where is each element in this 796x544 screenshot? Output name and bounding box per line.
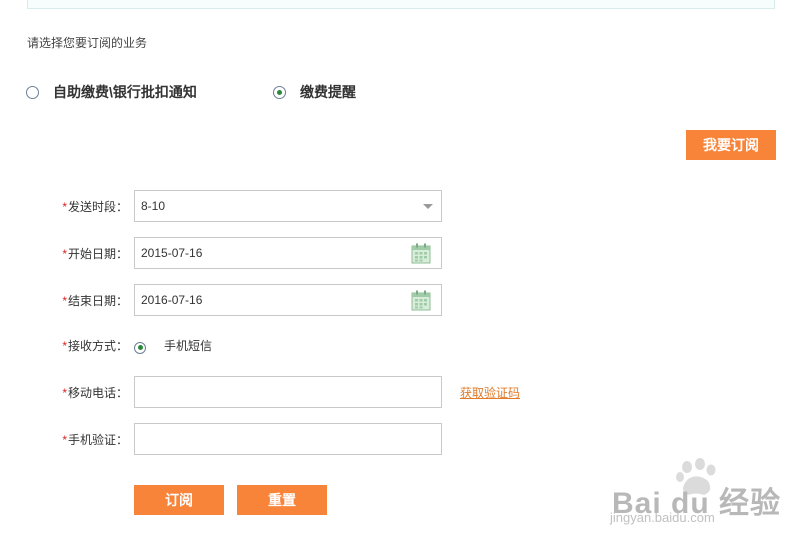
mobile-phone-input[interactable]	[134, 376, 442, 408]
end-date-field[interactable]: 2016-07-16	[134, 284, 442, 316]
sms-code-label: *手机验证：	[62, 433, 128, 447]
send-period-label: *发送时段：	[62, 200, 128, 214]
send-period-select[interactable]: 8-10	[134, 190, 442, 222]
watermark-url: jingyan.baidu.com	[610, 510, 715, 525]
calendar-icon[interactable]	[411, 290, 431, 311]
receive-method-label: *接收方式：	[62, 339, 128, 353]
radio-checked[interactable]	[273, 85, 286, 99]
reset-button[interactable]: 重置	[237, 485, 327, 515]
subscribe-button[interactable]: 我要订阅	[686, 130, 776, 160]
start-date-label: *开始日期：	[62, 247, 128, 261]
service-prompt: 请选择您要订阅的业务	[27, 36, 148, 50]
mobile-phone-label: *移动电话：	[62, 386, 128, 400]
get-verification-code-link[interactable]: 获取验证码	[460, 384, 520, 401]
confirm-subscribe-button[interactable]: 订阅	[134, 485, 224, 515]
service-option-auto-pay-notify[interactable]: 自助缴费\银行批扣通知	[26, 82, 197, 102]
calendar-icon[interactable]	[411, 243, 431, 264]
radio-unchecked[interactable]	[26, 85, 39, 99]
top-banner-strip	[27, 0, 775, 9]
sms-code-input[interactable]	[134, 423, 442, 455]
form-row-end-date: *结束日期： 2016-07-16	[0, 284, 796, 316]
form-row-send-period: *发送时段： 8-10	[0, 190, 796, 222]
form-row-start-date: *开始日期： 2015-07-16	[0, 237, 796, 269]
chevron-down-icon	[423, 204, 433, 209]
service-option-payment-reminder[interactable]: 缴费提醒	[273, 82, 356, 102]
service-option-label: 自助缴费\银行批扣通知	[53, 84, 197, 100]
receive-method-radio[interactable]	[134, 339, 146, 354]
form-row-receive-method: *接收方式： 手机短信	[0, 329, 796, 361]
form-row-mobile-phone: *移动电话： 获取验证码	[0, 376, 796, 408]
end-date-label: *结束日期：	[62, 294, 128, 308]
service-option-label: 缴费提醒	[300, 84, 356, 100]
receive-method-option-label: 手机短信	[164, 339, 213, 353]
start-date-field[interactable]: 2015-07-16	[134, 237, 442, 269]
form-row-sms-code: *手机验证：	[0, 423, 796, 455]
